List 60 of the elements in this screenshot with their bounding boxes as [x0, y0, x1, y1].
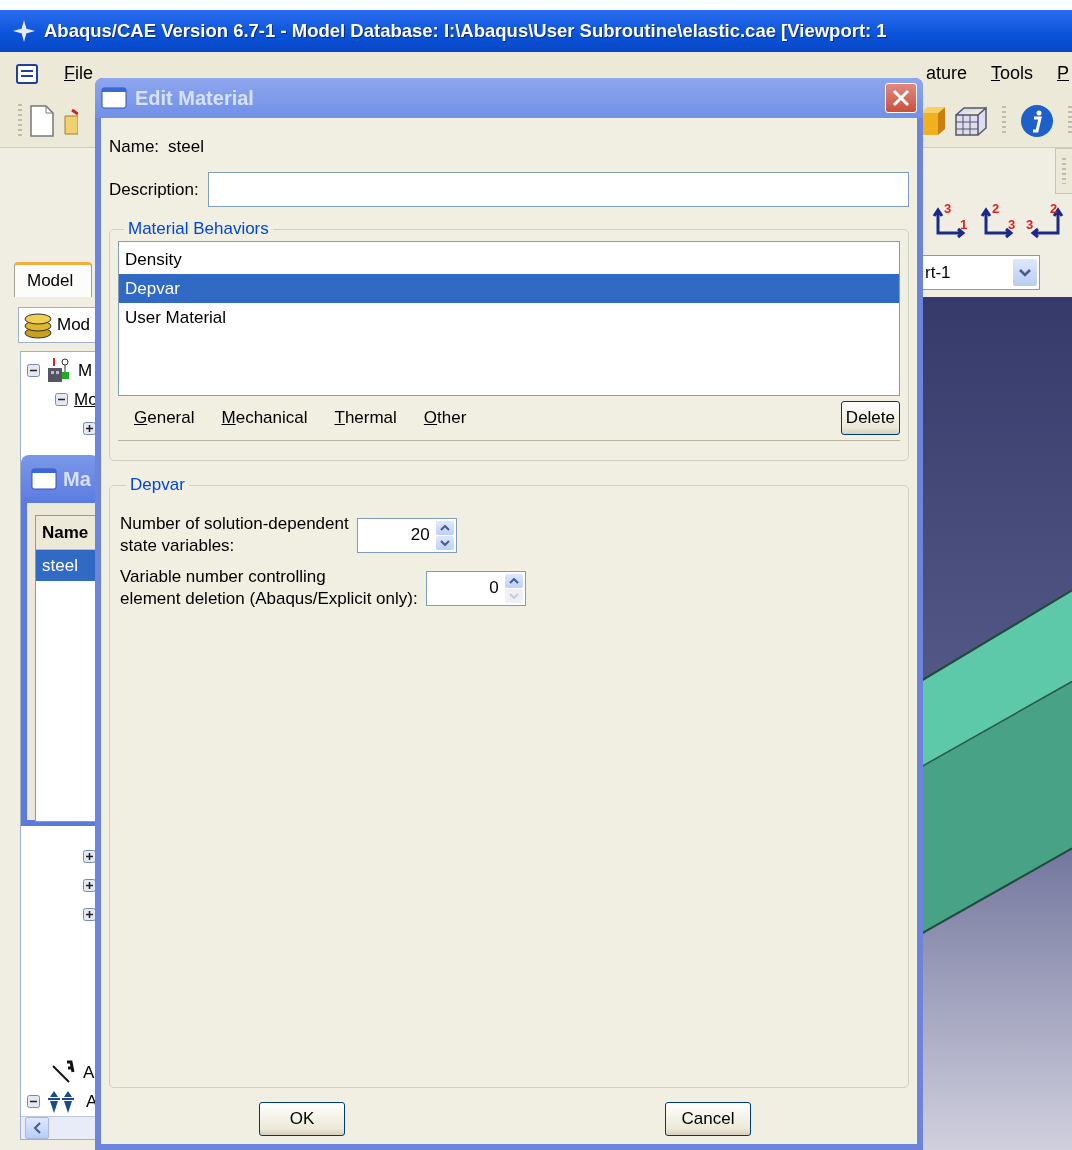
field-label: Number of solution-dependent state variables: — [120, 513, 349, 557]
field-label: Variable number controlling element deletion (Abaqus/Explicit only): — [120, 566, 418, 610]
window-title: Abaqus/CAE Version 6.7-1 - Model Database: I:\Abaqus\User Subroutine\elastic.cae [Viewport: 1 — [44, 20, 887, 42]
menu-item[interactable]: Tools — [990, 61, 1033, 86]
axis-label: 3 — [944, 201, 952, 216]
description-field[interactable] — [207, 172, 909, 207]
delete-button[interactable]: Delete — [840, 401, 900, 435]
axis-label: 3 — [1008, 217, 1016, 232]
expand-toggle[interactable] — [83, 879, 96, 892]
tree-header: Mod — [57, 315, 91, 335]
collapse-toggle[interactable] — [55, 393, 68, 406]
collapse-toggle[interactable] — [27, 1095, 40, 1108]
model-icon — [46, 357, 72, 384]
info-icon[interactable] — [1020, 104, 1054, 138]
expand-toggle[interactable] — [83, 422, 96, 435]
expand-toggle[interactable] — [83, 850, 96, 863]
behavior-menu[interactable]: Thermal — [334, 405, 397, 431]
collapse-toggle[interactable] — [27, 364, 40, 377]
box-icon[interactable] — [920, 105, 946, 137]
tree-item[interactable]: M — [78, 360, 93, 381]
close-icon — [892, 89, 910, 107]
group-title: Depvar — [129, 475, 186, 495]
axis-label: 2 — [992, 201, 1000, 216]
name-value: steel — [168, 137, 204, 157]
column-header: Name — [36, 516, 98, 550]
window-icon — [31, 468, 57, 490]
axis-label: 1 — [960, 217, 968, 232]
part-selector[interactable]: rt-1 — [920, 255, 1040, 290]
new-file-icon[interactable] — [28, 104, 56, 138]
name-label: Name: — [109, 137, 160, 157]
window-icon — [101, 87, 127, 109]
scroll-left-button[interactable] — [25, 1117, 49, 1139]
window-menu-icon[interactable] — [16, 63, 38, 84]
axis-label: 3 — [1026, 217, 1034, 232]
axis-label: 2 — [1050, 201, 1058, 216]
dialog-title: Edit Material — [135, 86, 254, 110]
dialog-button[interactable]: OK — [259, 1102, 345, 1136]
folder-icon[interactable] — [64, 106, 78, 136]
behavior-menu[interactable]: Other — [423, 405, 467, 431]
expand-toggle[interactable] — [83, 908, 96, 921]
menu-item[interactable]: File — [64, 61, 93, 86]
behavior-item[interactable]: User Material — [119, 303, 899, 332]
database-icon — [23, 311, 53, 339]
window-title: Ma — [63, 467, 91, 491]
menu-item[interactable]: P — [1057, 61, 1069, 86]
dialog-button[interactable]: Cancel — [665, 1102, 751, 1136]
tree-item[interactable]: A — [83, 1062, 95, 1083]
behavior-item[interactable]: Depvar — [119, 274, 899, 303]
close-button[interactable] — [885, 83, 917, 113]
description-label: Description: — [109, 179, 199, 200]
app-icon — [12, 19, 36, 43]
material-row[interactable]: steel — [36, 550, 98, 581]
behavior-menu[interactable]: General — [134, 405, 195, 431]
group-title: Material Behaviors — [127, 219, 270, 239]
chevron-left-icon — [33, 1122, 41, 1134]
model-tab[interactable]: Model — [14, 262, 92, 297]
menu-item[interactable]: ature — [925, 61, 967, 86]
behavior-item[interactable]: Density — [119, 245, 899, 274]
mesh-cube-icon[interactable] — [954, 105, 988, 137]
behavior-menu[interactable]: Mechanical — [221, 405, 308, 431]
